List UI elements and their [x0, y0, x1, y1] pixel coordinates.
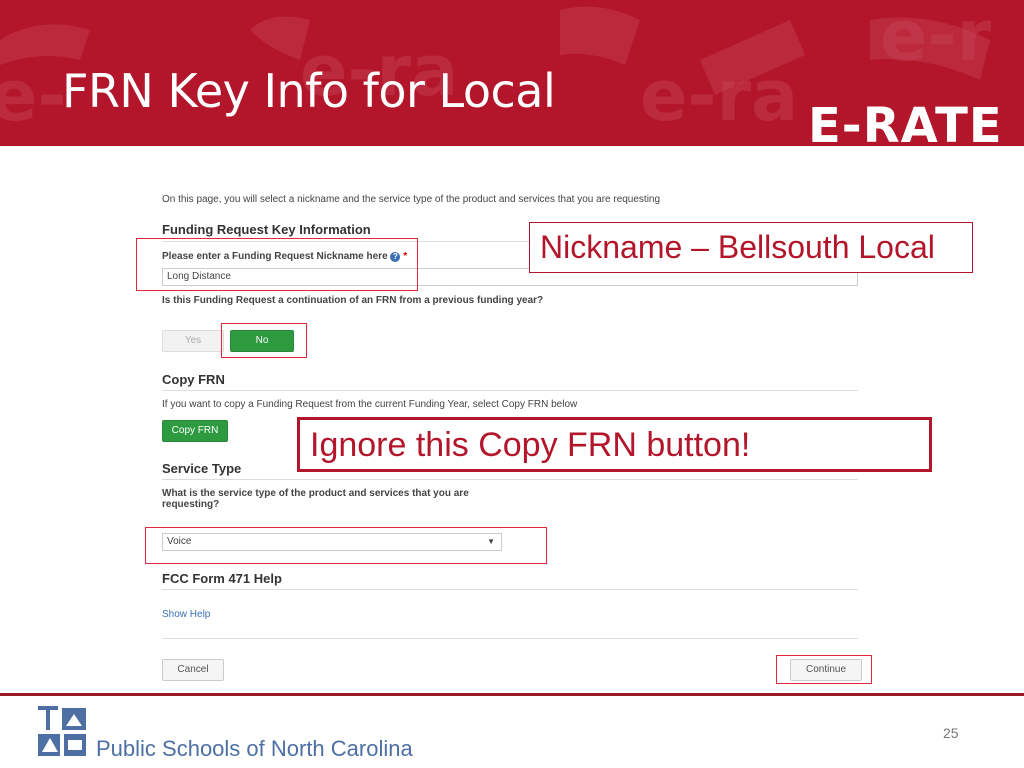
- svg-text:e-ra: e-ra: [640, 55, 798, 137]
- service-type-highlight: [145, 527, 547, 564]
- continuation-question: Is this Funding Request a continuation o…: [162, 295, 544, 306]
- slide-banner: e-ra e-ra e-r e- FRN Key Info for Local …: [0, 0, 1024, 146]
- svg-text:e-r: e-r: [880, 0, 992, 77]
- section-copy-frn: Copy FRN: [162, 372, 225, 387]
- section-key-info: Funding Request Key Information: [162, 222, 371, 237]
- service-question-2: requesting?: [162, 499, 220, 510]
- copy-frn-button[interactable]: Copy FRN: [162, 420, 228, 442]
- yes-button[interactable]: Yes: [162, 330, 224, 352]
- org-name: Public Schools of North Carolina: [96, 736, 413, 761]
- section-help: FCC Form 471 Help: [162, 571, 282, 586]
- erate-logo: E-RATE: [808, 98, 1003, 146]
- divider: [162, 479, 858, 480]
- ignore-callout: Ignore this Copy FRN button!: [297, 417, 932, 472]
- cancel-button[interactable]: Cancel: [162, 659, 224, 681]
- svg-text:e-: e-: [0, 55, 67, 137]
- nickname-callout: Nickname – Bellsouth Local: [529, 222, 973, 273]
- section-service-type: Service Type: [162, 461, 242, 476]
- nickname-highlight: [136, 238, 418, 291]
- slide-title: FRN Key Info for Local: [62, 64, 556, 118]
- footer-divider: [0, 693, 1024, 696]
- show-help-link[interactable]: Show Help: [162, 609, 210, 620]
- divider: [162, 390, 858, 391]
- no-button-highlight: [221, 323, 307, 358]
- copy-help-text: If you want to copy a Funding Request fr…: [162, 399, 578, 410]
- service-question-1: What is the service type of the product …: [162, 488, 469, 499]
- divider: [162, 589, 858, 590]
- intro-text: On this page, you will select a nickname…: [162, 194, 661, 205]
- divider: [162, 638, 858, 639]
- org-logo-icon: [36, 704, 90, 760]
- continue-highlight: [776, 655, 872, 684]
- page-number: 25: [943, 725, 959, 741]
